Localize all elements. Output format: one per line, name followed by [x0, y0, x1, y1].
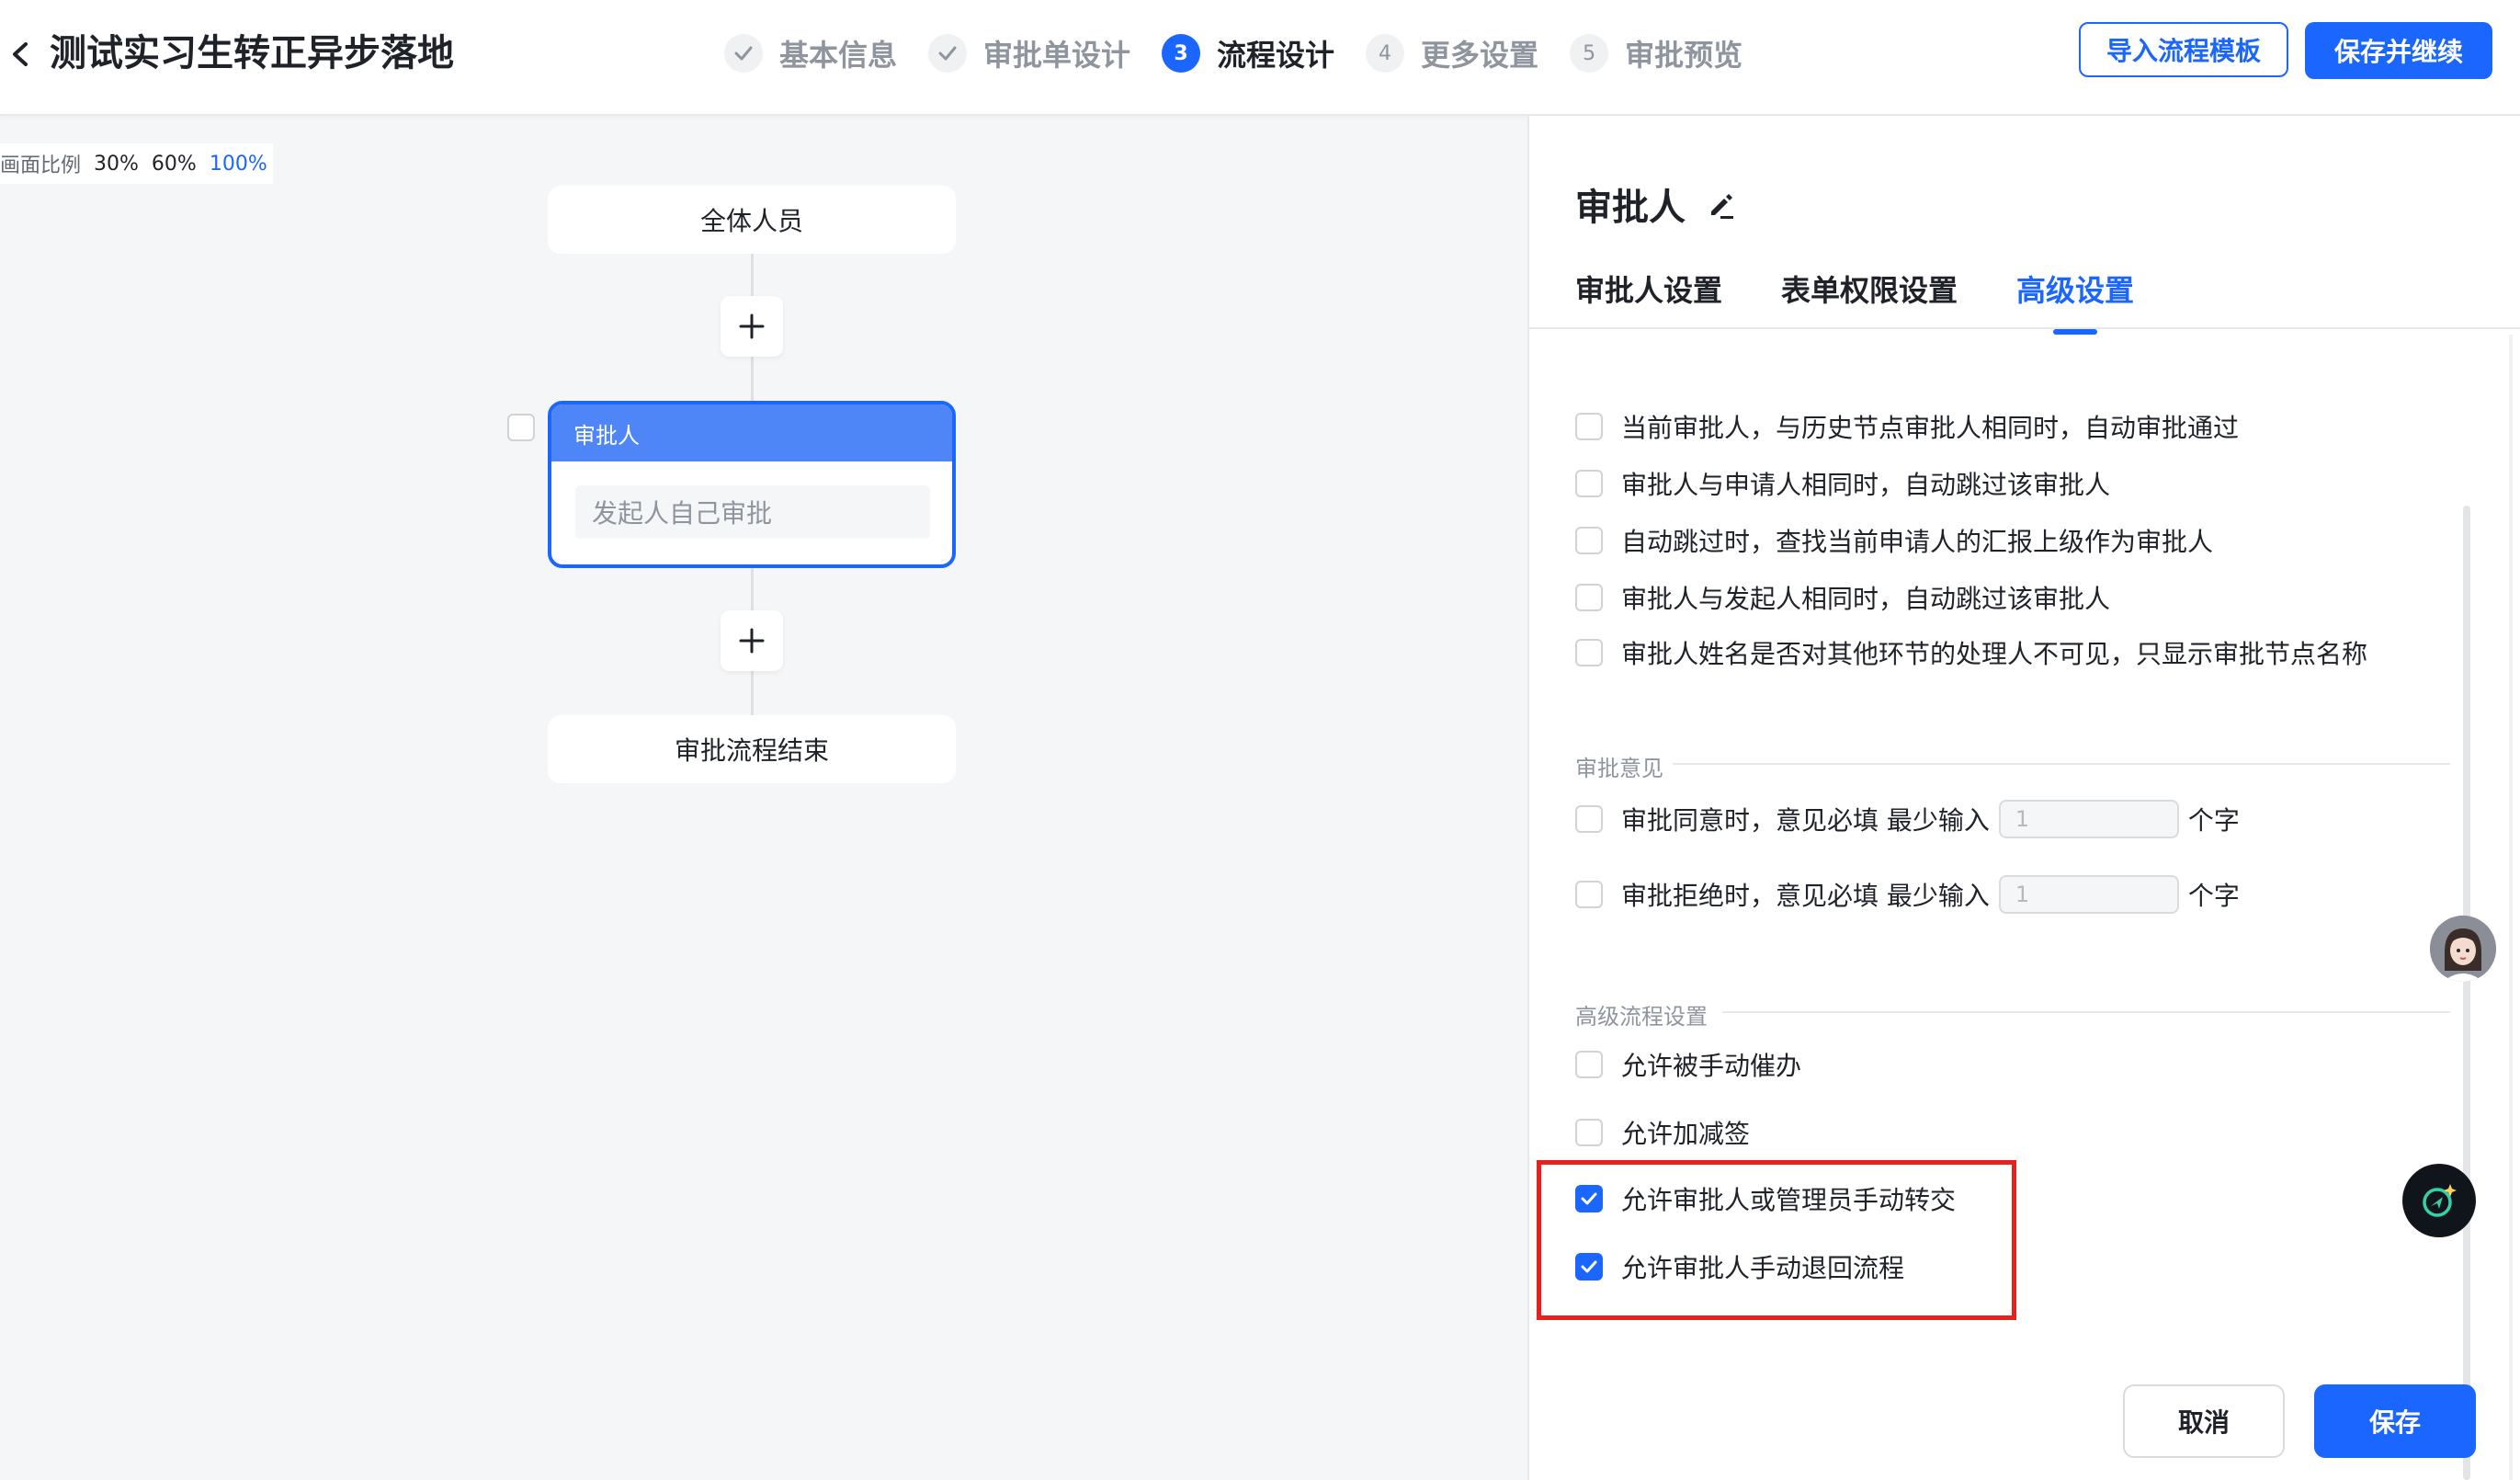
import-template-button[interactable]: 导入流程模板: [2079, 22, 2288, 77]
checkbox[interactable]: [1575, 413, 1603, 440]
start-node[interactable]: 全体人员: [548, 186, 956, 254]
option-auto-approve-same-history[interactable]: 当前审批人，与历史节点审批人相同时，自动审批通过: [1575, 408, 2239, 445]
panel-tabs: 审批人设置 表单权限设置 高级设置: [1575, 268, 2193, 335]
tab-form-permissions[interactable]: 表单权限设置: [1781, 268, 1958, 313]
unit-label: 个字: [2187, 805, 2240, 836]
ai-assistant-button[interactable]: [2402, 1164, 2476, 1237]
option-label: 审批同意时，意见必填 最少输入: [1621, 805, 1990, 836]
add-node-button[interactable]: [721, 296, 783, 357]
min-chars-input[interactable]: 1: [1998, 800, 2179, 838]
edit-pencil-icon[interactable]: [1704, 188, 1737, 221]
check-icon: [928, 34, 968, 73]
option-label: 审批人姓名是否对其他环节的处理人不可见，只显示审批节点名称: [1621, 639, 2368, 669]
option-allow-add-remove-signer[interactable]: 允许加减签: [1575, 1114, 1750, 1151]
option-reject-opinion-required[interactable]: 审批拒绝时，意见必填 最少输入 1 个字: [1575, 875, 2240, 914]
approver-node-content: 发起人自己审批: [575, 485, 930, 539]
back-chevron-icon[interactable]: [7, 31, 33, 77]
user-avatar[interactable]: [2430, 916, 2496, 982]
step-number: 3: [1162, 34, 1201, 73]
checkbox[interactable]: [1575, 1119, 1603, 1146]
option-skip-same-initiator[interactable]: 审批人与发起人相同时，自动跳过该审批人: [1575, 579, 2110, 616]
check-icon: [724, 34, 763, 73]
step-number: 4: [1366, 34, 1405, 73]
scrollbar-track[interactable]: [2509, 335, 2513, 1480]
checkbox[interactable]: [1575, 470, 1603, 497]
step-more-settings[interactable]: 4 更多设置: [1366, 32, 1538, 74]
checkbox[interactable]: [1575, 805, 1603, 833]
end-node[interactable]: 审批流程结束: [548, 715, 956, 783]
step-flow-design[interactable]: 3 流程设计: [1162, 32, 1334, 74]
option-skip-same-applicant[interactable]: 审批人与申请人相同时，自动跳过该审批人: [1575, 465, 2110, 502]
step-label: 流程设计: [1217, 38, 1335, 73]
divider: [1673, 763, 2450, 765]
section-label-opinion: 审批意见: [1575, 756, 1663, 781]
top-bar: 测试实习生转正异步落地 基本信息 审批单设计 3 流程设计 4 更多设置 5 审…: [0, 0, 2520, 116]
step-preview[interactable]: 5 审批预览: [1570, 32, 1742, 74]
cancel-button[interactable]: 取消: [2123, 1384, 2285, 1458]
highlight-box: [1537, 1160, 2016, 1320]
unit-label: 个字: [2187, 881, 2240, 911]
scrollbar-thumb[interactable]: [2463, 506, 2470, 1480]
checkbox[interactable]: [1575, 1051, 1603, 1078]
approver-node[interactable]: 审批人 发起人自己审批: [548, 401, 956, 568]
save-button[interactable]: 保存: [2314, 1384, 2476, 1458]
step-form-design[interactable]: 审批单设计: [928, 32, 1130, 74]
divider: [1529, 327, 2520, 329]
option-label: 审批人与发起人相同时，自动跳过该审批人: [1621, 584, 2111, 614]
option-label: 审批拒绝时，意见必填 最少输入: [1621, 881, 1990, 911]
option-label: 允许被手动催办: [1621, 1051, 1802, 1081]
app-title: 测试实习生转正异步落地: [50, 32, 454, 74]
plus-icon: [739, 313, 765, 339]
step-label: 基本信息: [779, 38, 898, 73]
add-node-button[interactable]: [721, 610, 783, 671]
checkbox[interactable]: [1575, 881, 1603, 908]
section-label-advanced: 高级流程设置: [1575, 1004, 1708, 1030]
tab-approver-settings[interactable]: 审批人设置: [1575, 268, 1722, 313]
node-select-checkbox[interactable]: [507, 414, 535, 441]
min-chars-input[interactable]: 1: [1998, 875, 2179, 914]
option-label: 自动跳过时，查找当前申请人的汇报上级作为审批人: [1621, 527, 2214, 557]
avatar-icon: [2430, 916, 2496, 982]
step-basic-info[interactable]: 基本信息: [724, 32, 897, 74]
option-hide-approver-name[interactable]: 审批人姓名是否对其他环节的处理人不可见，只显示审批节点名称: [1575, 634, 2367, 671]
save-and-continue-button[interactable]: 保存并继续: [2305, 22, 2492, 79]
checkbox[interactable]: [1575, 584, 1603, 611]
step-label: 更多设置: [1421, 38, 1539, 73]
zoom-label: 画面比例: [0, 154, 82, 177]
plus-icon: [739, 628, 765, 654]
zoom-control: 画面比例 30% 60% 100%: [0, 143, 273, 184]
option-find-report-leader[interactable]: 自动跳过时，查找当前申请人的汇报上级作为审批人: [1575, 522, 2213, 559]
checkbox[interactable]: [1575, 639, 1603, 666]
approver-node-title: 审批人: [551, 404, 952, 461]
step-label: 审批预览: [1625, 38, 1743, 73]
zoom-option-100[interactable]: 100%: [210, 153, 267, 176]
option-label: 审批人与申请人相同时，自动跳过该审批人: [1621, 470, 2111, 500]
checkbox[interactable]: [1575, 527, 1603, 554]
option-label: 允许加减签: [1621, 1119, 1751, 1149]
zoom-option-60[interactable]: 60%: [152, 153, 197, 176]
tab-advanced-settings[interactable]: 高级设置: [2016, 268, 2134, 335]
option-approve-opinion-required[interactable]: 审批同意时，意见必填 最少输入 1 个字: [1575, 800, 2240, 838]
panel-title: 审批人: [1575, 187, 1686, 229]
step-number: 5: [1570, 34, 1609, 73]
zoom-option-30[interactable]: 30%: [94, 153, 139, 176]
ai-sparkle-icon: [2423, 1184, 2457, 1217]
stepper: 基本信息 审批单设计 3 流程设计 4 更多设置 5 审批预览: [724, 24, 1774, 83]
divider: [1722, 1011, 2450, 1013]
option-label: 当前审批人，与历史节点审批人相同时，自动审批通过: [1621, 413, 2240, 443]
step-label: 审批单设计: [983, 38, 1131, 73]
option-allow-urge[interactable]: 允许被手动催办: [1575, 1046, 1801, 1083]
